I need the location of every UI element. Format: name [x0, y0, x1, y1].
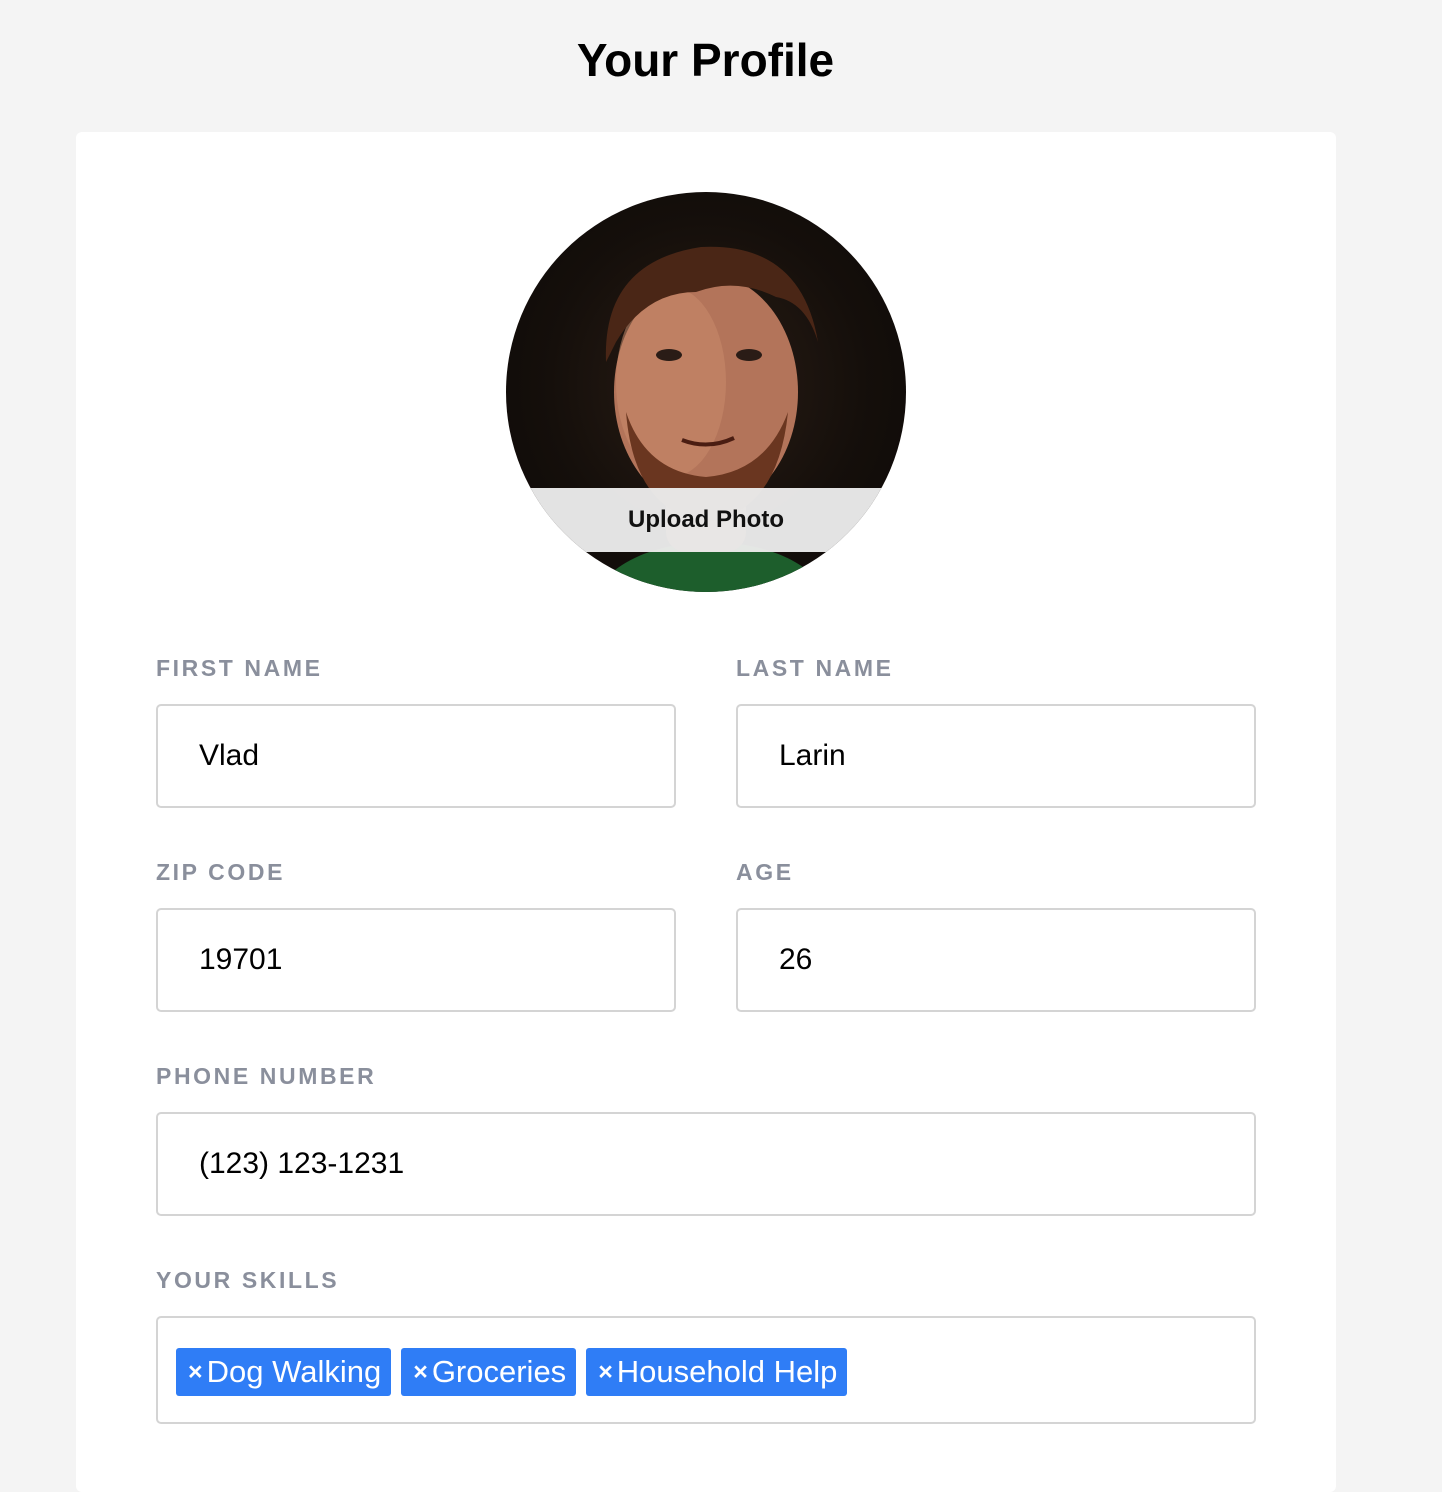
skills-label: YOUR SKILLS [156, 1267, 340, 1293]
phone-number-label: PHONE NUMBER [156, 1063, 377, 1089]
last-name-input[interactable] [736, 704, 1256, 808]
skills-input[interactable]: × Dog Walking × Groceries × Household He… [156, 1316, 1256, 1424]
skill-label: Groceries [431, 1354, 567, 1389]
age-input[interactable] [736, 908, 1256, 1012]
last-name-label: LAST NAME [736, 655, 894, 681]
remove-skill-icon[interactable]: × [188, 1348, 203, 1396]
remove-skill-icon[interactable]: × [413, 1348, 428, 1396]
phone-number-input[interactable] [156, 1112, 1256, 1216]
first-name-input[interactable] [156, 704, 676, 808]
upload-photo-button[interactable]: Upload Photo [506, 488, 906, 552]
zip-code-input[interactable] [156, 908, 676, 1012]
avatar[interactable]: Upload Photo [506, 192, 906, 592]
age-label: AGE [736, 859, 794, 885]
page-title: Your Profile [576, 34, 835, 86]
skill-label: Household Help [616, 1354, 838, 1389]
skill-tag: × Groceries [401, 1348, 577, 1396]
remove-skill-icon[interactable]: × [598, 1348, 613, 1396]
skill-label: Dog Walking [206, 1354, 382, 1389]
skill-tag: × Dog Walking [176, 1348, 392, 1396]
skill-tag: × Household Help [586, 1348, 848, 1396]
zip-code-label: ZIP CODE [156, 859, 286, 885]
profile-card: Upload Photo FIRST NAME LAST NAME ZIP CO… [76, 132, 1336, 1492]
first-name-label: FIRST NAME [156, 655, 323, 681]
